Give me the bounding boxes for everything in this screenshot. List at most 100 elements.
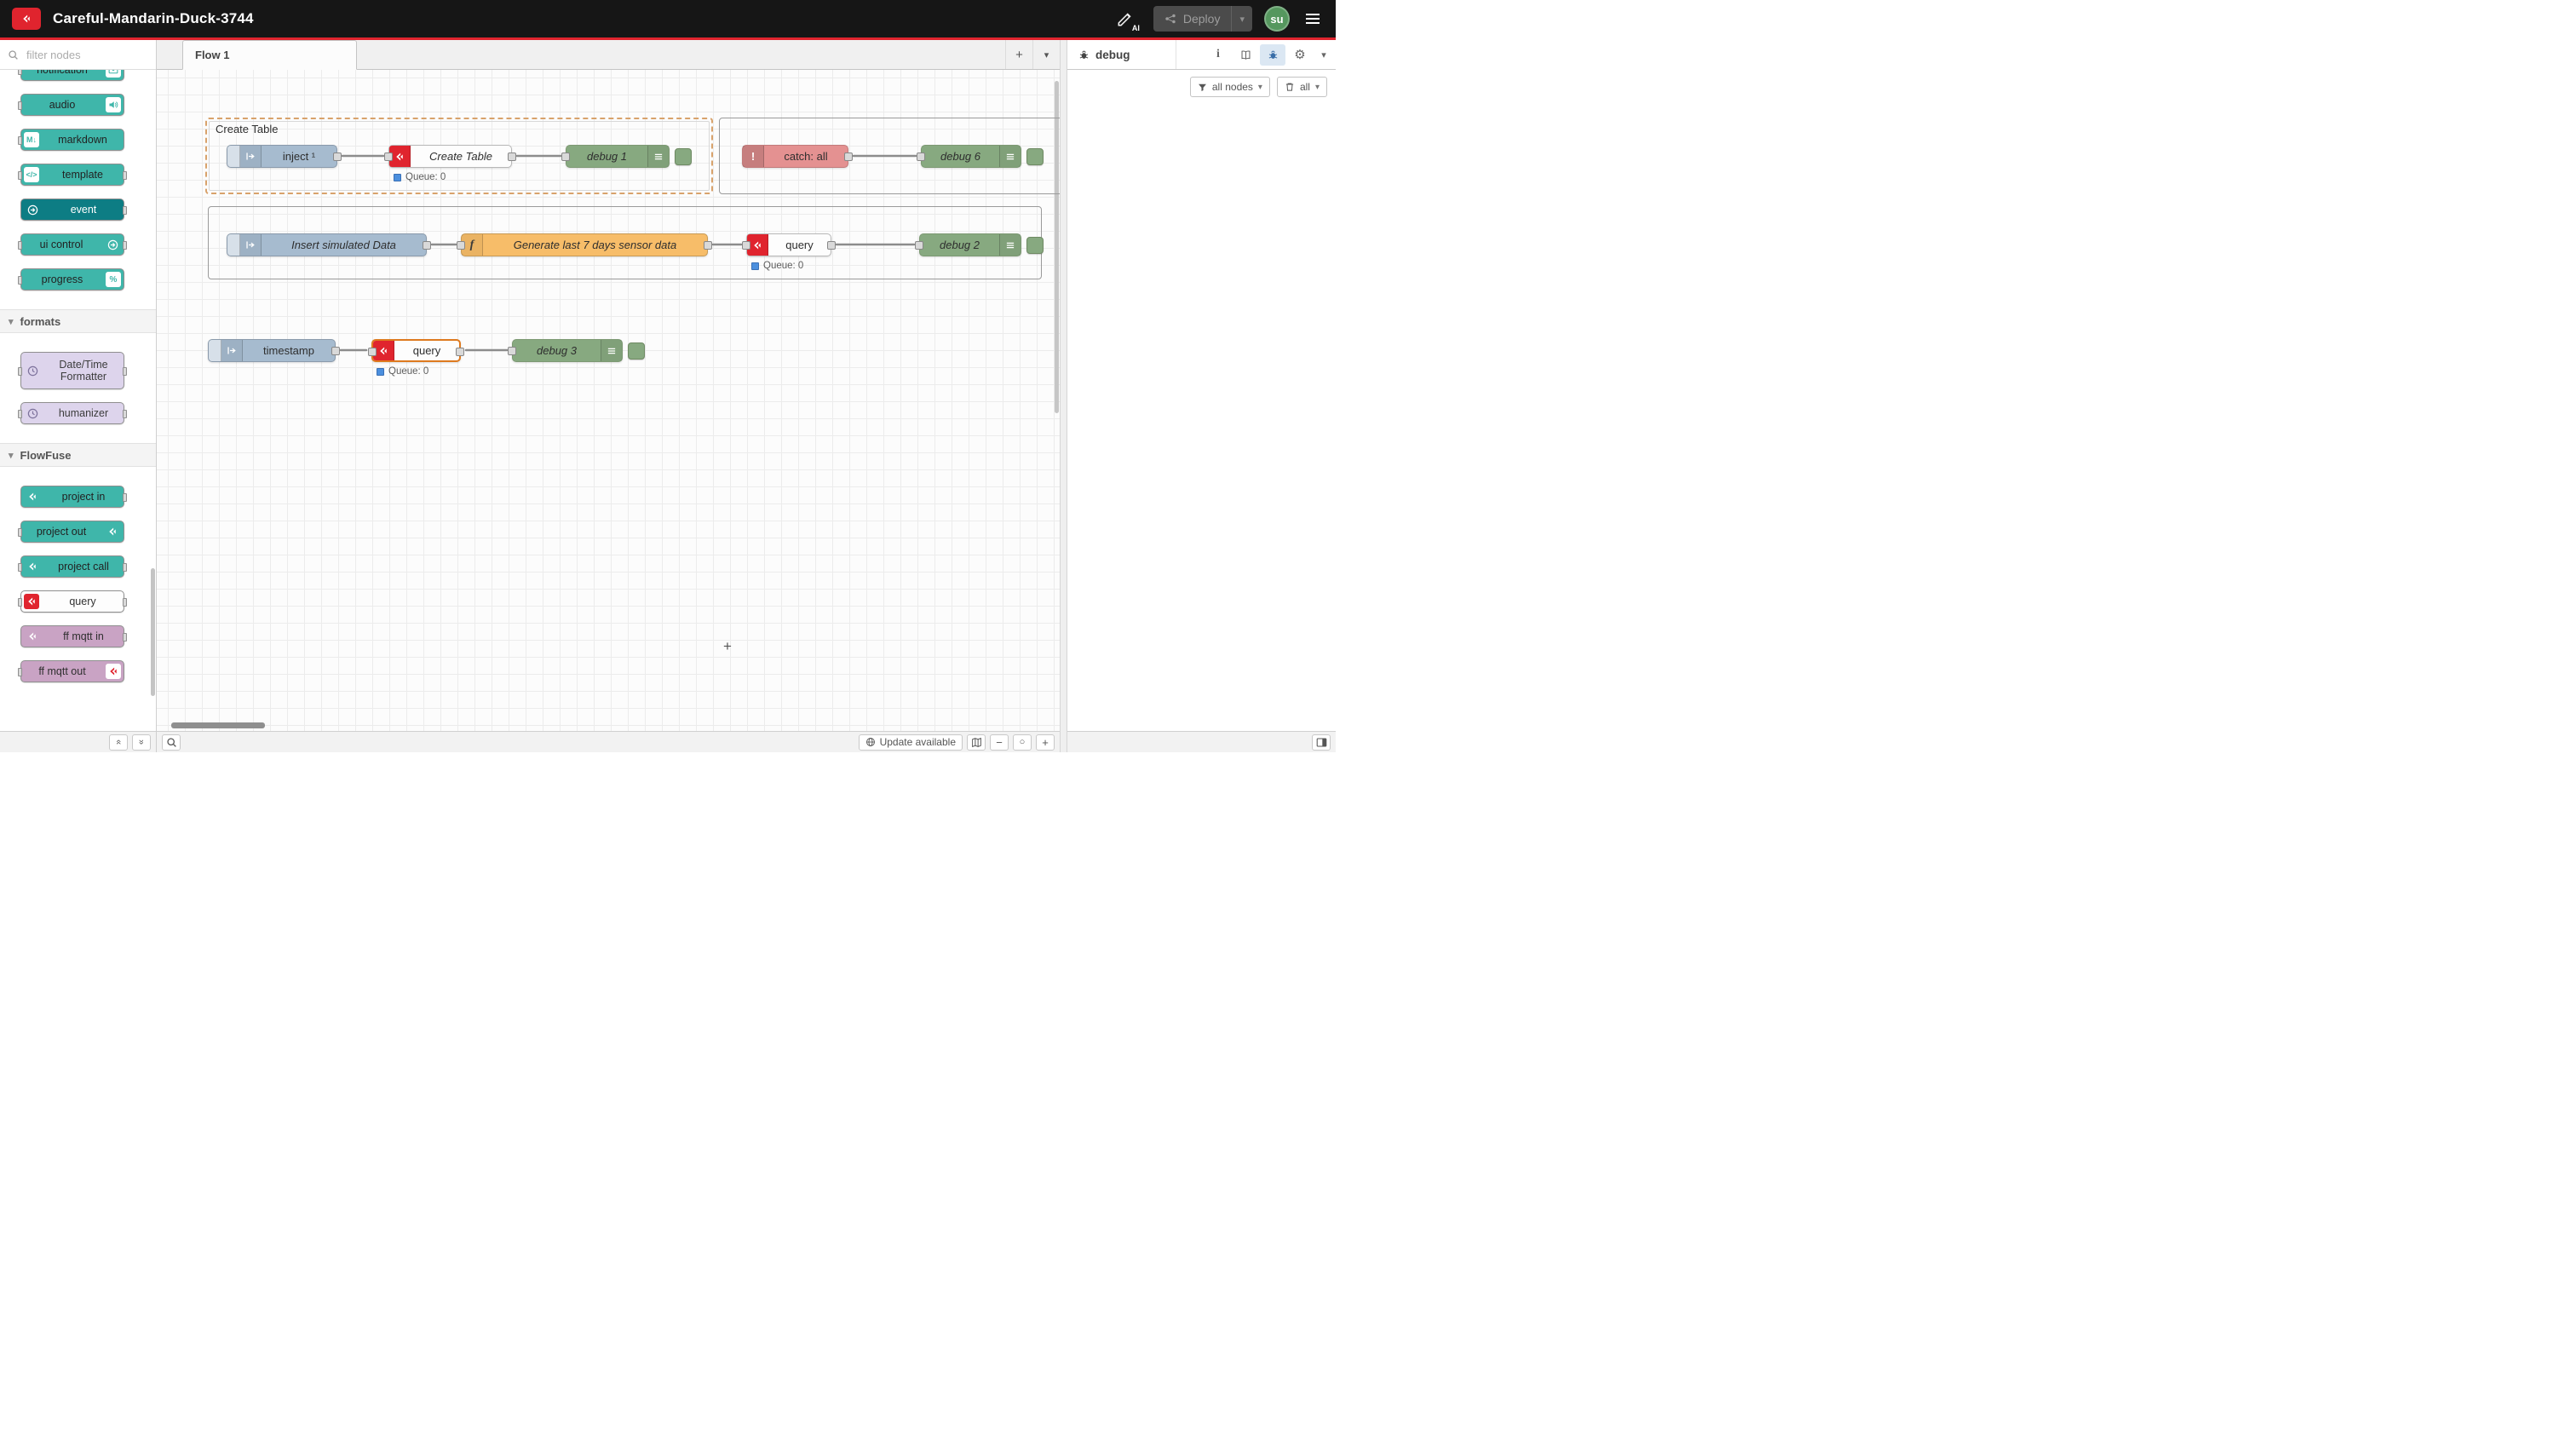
flow-node-create-table[interactable]: Create Table — [388, 145, 512, 168]
inject-trigger-button[interactable] — [227, 234, 240, 256]
zoom-in-button[interactable]: + — [1036, 734, 1055, 751]
update-available-button[interactable]: Update available — [859, 734, 963, 751]
palette-node-progress[interactable]: progress% — [20, 268, 124, 291]
palette-search-input[interactable] — [25, 48, 148, 62]
node-input-port[interactable] — [508, 347, 516, 355]
sidebar-tab-debug[interactable]: debug — [1067, 40, 1176, 69]
flow-node-debug-2[interactable]: debug 2 — [919, 233, 1021, 256]
palette-section-formats[interactable]: ▾formats — [0, 309, 156, 333]
node-output-port[interactable] — [508, 152, 516, 161]
palette-section-flowfuse[interactable]: ▾FlowFuse — [0, 443, 156, 467]
sidebar-tab-help-button[interactable] — [1233, 44, 1258, 66]
debug-messages[interactable] — [1067, 104, 1336, 731]
palette-node-label: progress — [21, 273, 103, 285]
inject-trigger-button[interactable] — [209, 340, 221, 361]
node-output-port[interactable] — [333, 152, 342, 161]
debug-enable-toggle[interactable] — [628, 342, 645, 360]
node-label: timestamp — [243, 340, 335, 361]
expand-categories-button[interactable]: « — [132, 734, 151, 751]
user-avatar[interactable]: su — [1264, 6, 1290, 32]
node-input-port[interactable] — [742, 241, 750, 250]
flow-node-timestamp[interactable]: timestamp — [208, 339, 336, 362]
sidebar-title: debug — [1095, 49, 1130, 61]
collapse-categories-button[interactable]: « — [109, 734, 128, 751]
palette-node-date-time-formatter[interactable]: Date/Time Formatter — [20, 352, 124, 389]
search-flows-button[interactable] — [162, 734, 181, 751]
zoom-out-button[interactable]: − — [990, 734, 1009, 751]
sidebar-tab-debug-button[interactable] — [1260, 44, 1285, 66]
navigator-button[interactable] — [967, 734, 986, 751]
palette-node-label: humanizer — [43, 407, 124, 419]
palette-node-label: project in — [43, 491, 124, 503]
deploy-main[interactable]: Deploy — [1153, 6, 1232, 32]
node-output-port[interactable] — [456, 348, 464, 356]
palette-node-project-out[interactable]: project out — [20, 521, 124, 543]
node-output-port[interactable] — [704, 241, 712, 250]
palette-node-ff-mqtt-out[interactable]: ff mqtt out — [20, 660, 124, 682]
flow-node-generate-last-7-days-sensor-data[interactable]: fGenerate last 7 days sensor data — [461, 233, 708, 256]
flow-node-query[interactable]: query — [746, 233, 831, 256]
palette-port — [123, 633, 127, 642]
palette-node-event[interactable]: event — [20, 199, 124, 221]
sidebar-tab-info-button[interactable]: i — [1205, 44, 1231, 66]
palette-node-project-in[interactable]: project in — [20, 486, 124, 508]
node-input-port[interactable] — [917, 152, 925, 161]
sidebar-tabs-menu-button[interactable]: ▾ — [1314, 49, 1333, 60]
palette-node-ff-mqtt-in[interactable]: ff mqtt in — [20, 625, 124, 647]
debug-enable-toggle[interactable] — [675, 148, 692, 165]
palette-node-project-call[interactable]: project call — [20, 555, 124, 578]
node-output-port[interactable] — [331, 347, 340, 355]
palette-search[interactable] — [0, 40, 156, 70]
node-output-port[interactable] — [844, 152, 853, 161]
sidebar-splitter[interactable] — [1060, 40, 1067, 752]
tabbar-actions: + ▾ — [1005, 40, 1060, 69]
flow-node-debug-6[interactable]: debug 6 — [921, 145, 1021, 168]
debug-clear-button[interactable]: all ▾ — [1277, 77, 1327, 97]
gear-icon: ⚙ — [1294, 49, 1305, 61]
flowfuse-icon — [24, 594, 39, 609]
flow-list-button[interactable]: ▾ — [1032, 40, 1060, 69]
debug-filter-button[interactable]: all nodes ▾ — [1190, 77, 1270, 97]
node-input-port[interactable] — [368, 348, 377, 356]
sidebar-footer — [1067, 731, 1336, 752]
flowfuse-icon — [106, 664, 121, 679]
node-output-port[interactable] — [827, 241, 836, 250]
add-flow-button[interactable]: + — [1005, 40, 1032, 69]
flow-node-debug-1[interactable]: debug 1 — [566, 145, 670, 168]
palette-node-label: audio — [21, 99, 103, 111]
palette-node-notification[interactable]: notification — [20, 70, 124, 81]
ai-assistant-button[interactable]: AI — [1109, 5, 1141, 32]
node-input-port[interactable] — [915, 241, 923, 250]
deploy-button[interactable]: Deploy ▾ — [1153, 6, 1252, 32]
palette-node-ui-control[interactable]: ui control — [20, 233, 124, 256]
main-menu-button[interactable] — [1302, 9, 1324, 28]
debug-enable-toggle[interactable] — [1026, 148, 1044, 165]
node-status: Queue: 0 — [394, 172, 446, 182]
canvas[interactable]: + Create Tableinject ¹Create TableQueue:… — [157, 70, 1060, 731]
palette-node-label: project call — [43, 561, 124, 573]
flow-node-insert-simulated-data[interactable]: Insert simulated Data — [227, 233, 427, 256]
flowfuse-logo[interactable] — [12, 8, 41, 30]
palette-node-markdown[interactable]: M↓markdown — [20, 129, 124, 151]
zoom-reset-button[interactable]: ○ — [1013, 734, 1032, 751]
palette-node-humanizer[interactable]: humanizer — [20, 402, 124, 424]
node-input-port[interactable] — [384, 152, 393, 161]
palette-node-audio[interactable]: audio — [20, 94, 124, 116]
tab-flow-1[interactable]: Flow 1 — [182, 40, 357, 70]
sidebar-tab-config-button[interactable]: ⚙ — [1287, 44, 1313, 66]
debug-enable-toggle[interactable] — [1026, 237, 1044, 254]
deploy-options-caret[interactable]: ▾ — [1231, 6, 1252, 32]
flow-node-query[interactable]: query — [371, 339, 461, 362]
flow-node-catch-all[interactable]: !catch: all — [742, 145, 848, 168]
node-input-port[interactable] — [561, 152, 570, 161]
inject-trigger-button[interactable] — [227, 146, 240, 167]
expand-sidebar-button[interactable] — [1312, 734, 1331, 751]
node-output-port[interactable] — [423, 241, 431, 250]
node-input-port[interactable] — [457, 241, 465, 250]
flow-node-inject[interactable]: inject ¹ — [227, 145, 337, 168]
deploy-label: Deploy — [1183, 12, 1221, 26]
palette-scrollbar[interactable] — [151, 568, 155, 696]
flow-node-debug-3[interactable]: debug 3 — [512, 339, 623, 362]
palette-node-query[interactable]: query — [20, 590, 124, 613]
palette-node-template[interactable]: </>template — [20, 164, 124, 186]
